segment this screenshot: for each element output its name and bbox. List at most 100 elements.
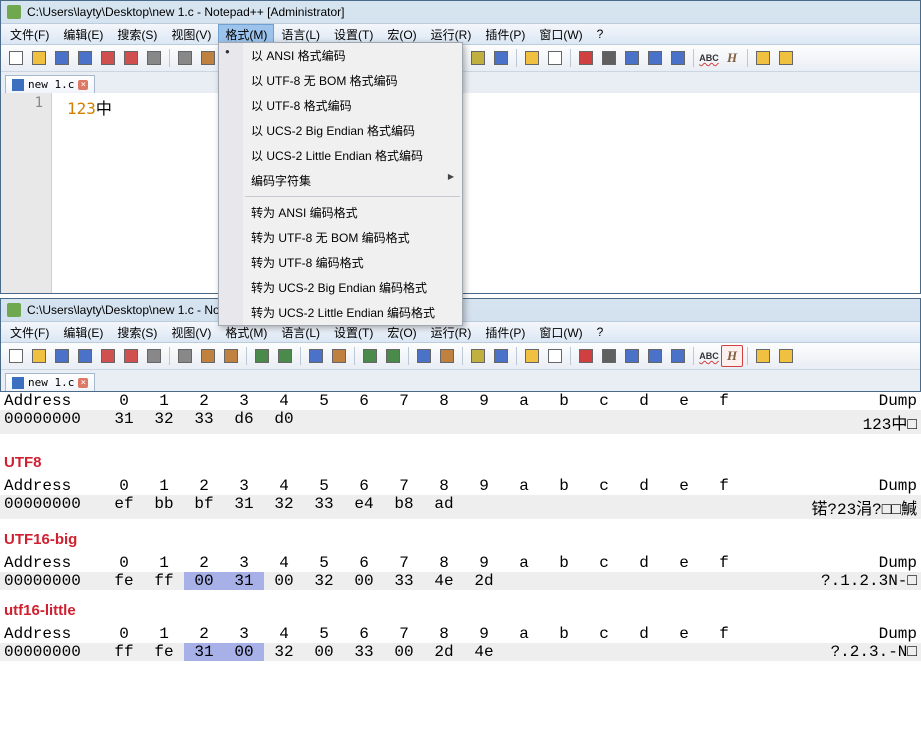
code-line[interactable]: 123中: [57, 93, 920, 121]
tab-close-icon[interactable]: ×: [78, 80, 88, 90]
close-button[interactable]: [97, 345, 119, 367]
menu-item-文件(F)[interactable]: 文件(F): [3, 322, 56, 343]
encoding-option[interactable]: 以 UCS-2 Little Endian 格式编码: [243, 143, 462, 168]
file-tab-1[interactable]: new 1.c ×: [5, 75, 95, 93]
hex-byte-cell[interactable]: [504, 643, 544, 661]
hex-byte-cell[interactable]: 00: [384, 643, 424, 661]
hex-byte-cell[interactable]: [544, 495, 584, 519]
redo-button[interactable]: [274, 345, 296, 367]
hex-byte-cell[interactable]: fe: [104, 572, 144, 590]
menu-item-插件(P)[interactable]: 插件(P): [478, 24, 532, 45]
replace-button[interactable]: [328, 345, 350, 367]
hex-byte-cell[interactable]: [504, 495, 544, 519]
macro-save-button[interactable]: [667, 47, 689, 69]
encoding-option[interactable]: 以 UCS-2 Big Endian 格式编码: [243, 118, 462, 143]
macro-stop-button[interactable]: [598, 47, 620, 69]
hex-byte-cell[interactable]: fe: [144, 643, 184, 661]
hex-byte-cell[interactable]: [584, 410, 624, 434]
cut-button[interactable]: [174, 47, 196, 69]
indent-button[interactable]: [490, 47, 512, 69]
hex-byte-cell[interactable]: 31: [104, 410, 144, 434]
menu-item-视图(V)[interactable]: 视图(V): [164, 24, 218, 45]
encoding-option[interactable]: 转为 UCS-2 Big Endian 编码格式: [243, 275, 462, 300]
folder-button[interactable]: [521, 47, 543, 69]
copy-button[interactable]: [197, 47, 219, 69]
macro-play-button[interactable]: [621, 47, 643, 69]
hex-byte-cell[interactable]: [544, 643, 584, 661]
encoding-option[interactable]: 转为 UTF-8 编码格式: [243, 250, 462, 275]
menu-item-搜索(S)[interactable]: 搜索(S): [110, 322, 164, 343]
macro-rec-button[interactable]: [575, 47, 597, 69]
save-button[interactable]: [51, 47, 73, 69]
hex-byte-cell[interactable]: d0: [264, 410, 304, 434]
hex-byte-cell[interactable]: [704, 410, 744, 434]
hex-byte-cell[interactable]: 33: [304, 495, 344, 519]
paste-button[interactable]: [220, 345, 242, 367]
hex-byte-cell[interactable]: [304, 410, 344, 434]
invis-button[interactable]: [467, 345, 489, 367]
hex-byte-cell[interactable]: bb: [144, 495, 184, 519]
hex-byte-cell[interactable]: 2d: [424, 643, 464, 661]
fold-button[interactable]: [752, 47, 774, 69]
hex-byte-cell[interactable]: [544, 410, 584, 434]
closeall-button[interactable]: [120, 47, 142, 69]
hex-byte-cell[interactable]: ad: [424, 495, 464, 519]
hex-byte-cell[interactable]: 31: [224, 572, 264, 590]
open-button[interactable]: [28, 345, 50, 367]
hex-byte-cell[interactable]: [504, 572, 544, 590]
encoding-option[interactable]: 以 UTF-8 格式编码: [243, 93, 462, 118]
H-button[interactable]: H: [721, 345, 743, 367]
doc-button[interactable]: [544, 47, 566, 69]
hex-byte-cell[interactable]: [384, 410, 424, 434]
hex-byte-cell[interactable]: 2d: [464, 572, 504, 590]
hex-byte-cell[interactable]: [344, 410, 384, 434]
indent-button[interactable]: [490, 345, 512, 367]
menu-item-编辑(E)[interactable]: 编辑(E): [56, 322, 110, 343]
hex-byte-cell[interactable]: 00: [344, 572, 384, 590]
zoomout-button[interactable]: [382, 345, 404, 367]
hex-byte-cell[interactable]: [504, 410, 544, 434]
hex-byte-cell[interactable]: 33: [384, 572, 424, 590]
copy-button[interactable]: [197, 345, 219, 367]
hex-byte-cell[interactable]: 33: [344, 643, 384, 661]
encoding-option[interactable]: 转为 ANSI 编码格式: [243, 200, 462, 225]
saveall-button[interactable]: [74, 47, 96, 69]
save-button[interactable]: [51, 345, 73, 367]
closeall-button[interactable]: [120, 345, 142, 367]
hex-byte-cell[interactable]: [624, 643, 664, 661]
abc-button[interactable]: ABC: [698, 345, 720, 367]
unfold-button[interactable]: [775, 47, 797, 69]
hex-byte-cell[interactable]: [704, 643, 744, 661]
encoding-option[interactable]: 转为 UCS-2 Little Endian 编码格式: [243, 300, 462, 325]
unfold-button[interactable]: [775, 345, 797, 367]
undo-button[interactable]: [251, 345, 273, 367]
hex-byte-cell[interactable]: 31: [184, 643, 224, 661]
hex-byte-cell[interactable]: 32: [304, 572, 344, 590]
menu-item-文件(F)[interactable]: 文件(F): [3, 24, 56, 45]
hex-byte-cell[interactable]: [624, 495, 664, 519]
menu-item-窗口(W)[interactable]: 窗口(W): [532, 322, 589, 343]
new-button[interactable]: [5, 47, 27, 69]
hex-byte-cell[interactable]: ff: [104, 643, 144, 661]
hex-byte-cell[interactable]: 32: [264, 643, 304, 661]
hex-byte-cell[interactable]: [424, 410, 464, 434]
macro-save-button[interactable]: [667, 345, 689, 367]
doc-button[interactable]: [544, 345, 566, 367]
new-button[interactable]: [5, 345, 27, 367]
hex-byte-cell[interactable]: [704, 572, 744, 590]
hex-byte-cell[interactable]: 00: [224, 643, 264, 661]
print-button[interactable]: [143, 345, 165, 367]
hex-byte-cell[interactable]: [464, 495, 504, 519]
zoomin-button[interactable]: [359, 345, 381, 367]
hex-byte-cell[interactable]: [584, 495, 624, 519]
sync-button[interactable]: [413, 345, 435, 367]
hex-byte-cell[interactable]: [584, 572, 624, 590]
hex-data-row[interactable]: 00000000efbbbf313233e4b8ad锘?23涓?□□鰔: [0, 495, 921, 519]
hex-byte-cell[interactable]: 00: [184, 572, 224, 590]
hex-byte-cell[interactable]: b8: [384, 495, 424, 519]
hex-byte-cell[interactable]: 00: [304, 643, 344, 661]
menu-item-?[interactable]: ?: [590, 323, 611, 341]
fold-button[interactable]: [752, 345, 774, 367]
titlebar-1[interactable]: C:\Users\layty\Desktop\new 1.c - Notepad…: [1, 1, 920, 23]
menu-item-窗口(W)[interactable]: 窗口(W): [532, 24, 589, 45]
